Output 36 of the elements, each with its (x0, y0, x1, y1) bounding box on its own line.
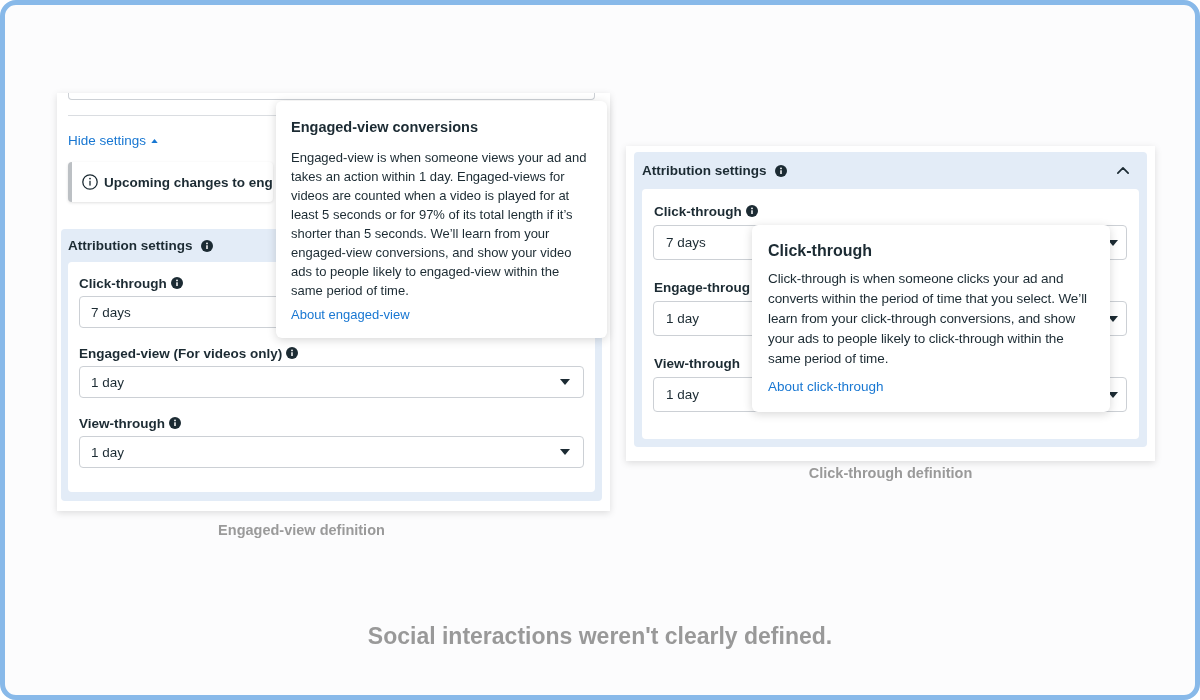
field-label: View-through (79, 415, 165, 431)
info-icon[interactable] (745, 205, 758, 217)
caret-down-icon (1108, 315, 1118, 322)
tooltip-title: Click-through (768, 241, 873, 261)
info-icon (82, 174, 98, 190)
caret-down-icon (560, 379, 570, 385)
caption: Engaged-view definition (218, 521, 385, 539)
dropdown[interactable]: 1 day (79, 436, 584, 468)
notice-text: Upcoming changes to eng (104, 174, 273, 190)
tooltip-text: Engaged-view is when someone views your ad and takes an action within 1 day. Engaged-views for videos are counted when a video is played for at least 5 seconds or for 97% of its total length if it’s shorter than 5 seconds. We’ll learn from your engaged-view conversions, and show your video ads to people likely to engaged-view within the same period of time. (291, 149, 588, 300)
input-field[interactable] (68, 93, 595, 100)
hide-settings-link[interactable]: Hide settings (68, 132, 159, 150)
info-icon[interactable] (170, 277, 183, 289)
tooltip-title: Engaged-view conversions (291, 118, 479, 137)
learn-more-link[interactable]: About click-through (768, 377, 884, 397)
learn-more-link[interactable]: About engaged-view (291, 305, 410, 325)
field-label: Engage-throug (654, 279, 750, 295)
tooltip-text: Click-through is when someone clicks your ad and converts within the period of time that you select. We’ll learn from your click-through conversions, and show your ads to people likely to click-through within the same period of time. (768, 270, 1088, 368)
caret-up-icon (151, 139, 159, 143)
section-title: Attribution settings (68, 238, 193, 253)
dropdown[interactable]: 1 day (79, 366, 584, 398)
section-title: Attribution settings (642, 163, 767, 178)
caret-down-icon (1108, 239, 1118, 246)
caption: Click-through definition (808, 464, 973, 482)
field-label: Click-through (79, 275, 167, 291)
caret-down-icon (560, 449, 570, 455)
summary-text: Social interactions weren't clearly defined. (367, 622, 833, 651)
info-icon[interactable] (774, 164, 787, 177)
info-icon[interactable] (200, 239, 213, 252)
field-label: View-through (654, 355, 740, 371)
field-label: Engaged-view (For videos only) (79, 345, 283, 361)
chevron-up-icon[interactable] (1117, 167, 1129, 174)
field-label: Click-through (654, 203, 742, 219)
info-icon[interactable] (169, 417, 181, 429)
info-icon[interactable] (286, 347, 299, 359)
caret-down-icon (1108, 391, 1118, 398)
